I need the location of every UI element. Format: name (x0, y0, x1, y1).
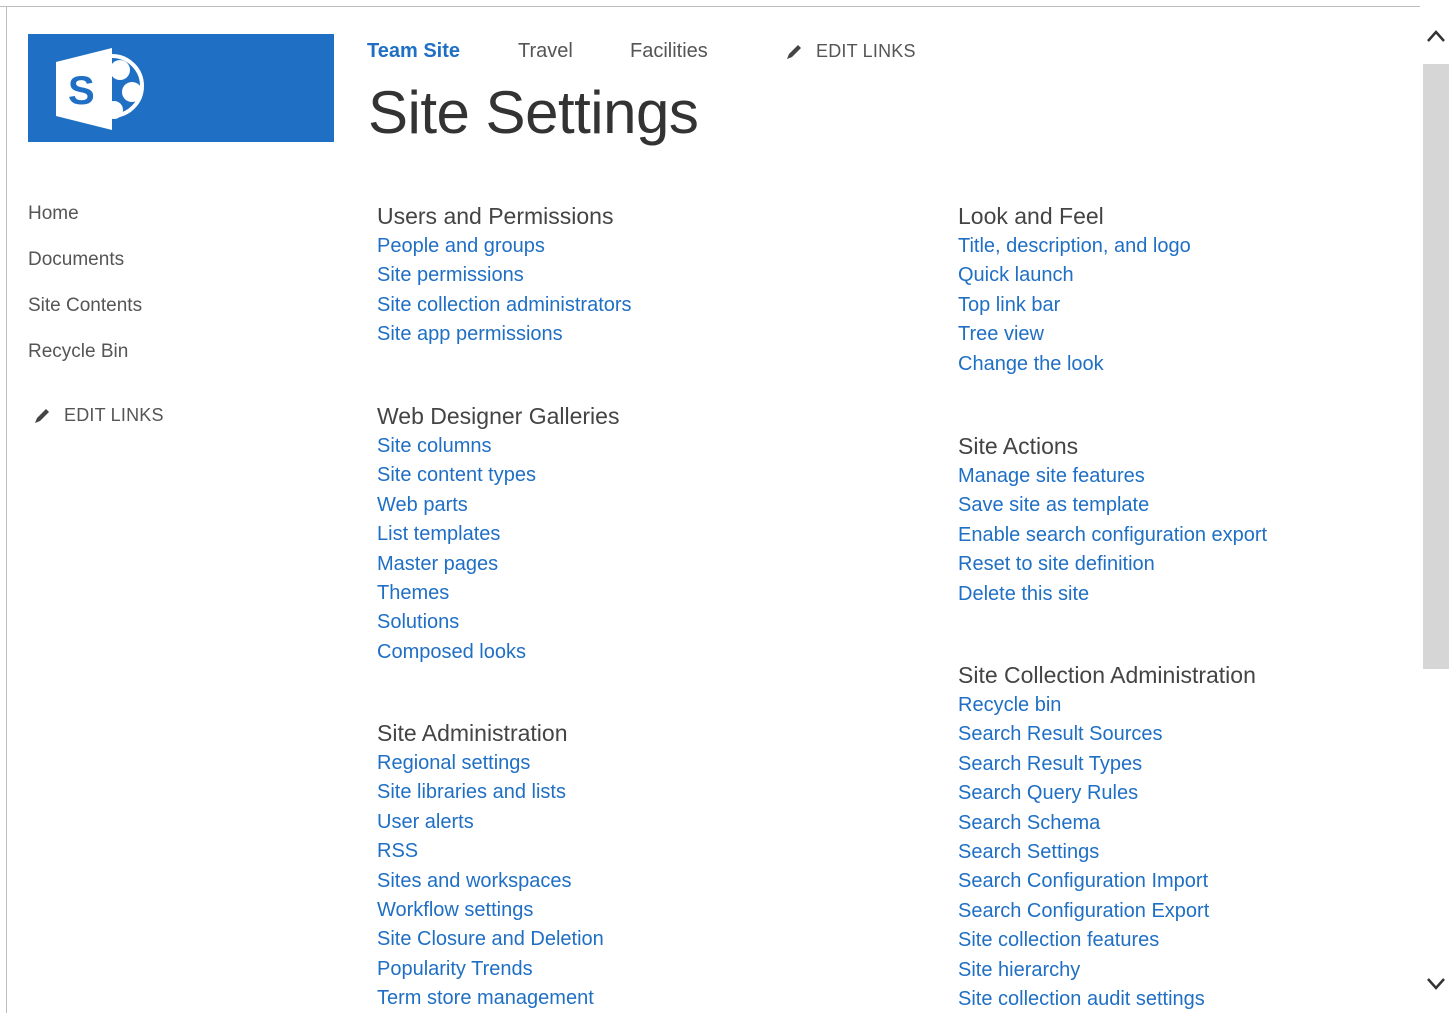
topnav-edit-links-label: EDIT LINKS (816, 41, 916, 61)
link-composed-looks[interactable]: Composed looks (377, 638, 619, 667)
link-title-description-logo[interactable]: Title, description, and logo (958, 232, 1191, 261)
link-site-collection-audit-settings[interactable]: Site collection audit settings (958, 985, 1256, 1014)
link-site-permissions[interactable]: Site permissions (377, 261, 632, 290)
link-list-templates[interactable]: List templates (377, 520, 619, 549)
window-top-border (0, 6, 1420, 7)
pencil-icon (35, 408, 49, 423)
section-users-permissions: Users and Permissions People and groups … (377, 200, 632, 350)
section-site-collection-administration: Site Collection Administration Recycle b… (958, 659, 1256, 1014)
link-term-store-management[interactable]: Term store management (377, 984, 604, 1013)
topnav-item-team-site[interactable]: Team Site (367, 40, 460, 63)
quick-launch-item-recycle-bin[interactable]: Recycle Bin (28, 338, 164, 384)
section-title: Site Actions (958, 433, 1079, 459)
link-site-hierarchy[interactable]: Site hierarchy (958, 956, 1256, 985)
link-site-libraries-and-lists[interactable]: Site libraries and lists (377, 778, 604, 807)
section-title: Web Designer Galleries (377, 403, 620, 429)
link-master-pages[interactable]: Master pages (377, 550, 619, 579)
link-rss[interactable]: RSS (377, 837, 604, 866)
svg-text:S: S (68, 69, 95, 113)
scroll-down-arrow-icon[interactable] (1425, 972, 1447, 994)
section-title: Users and Permissions (377, 203, 614, 229)
link-manage-site-features[interactable]: Manage site features (958, 462, 1267, 491)
link-tree-view[interactable]: Tree view (958, 320, 1191, 349)
link-reset-to-site-definition[interactable]: Reset to site definition (958, 550, 1267, 579)
link-enable-search-configuration-export[interactable]: Enable search configuration export (958, 521, 1267, 550)
link-site-app-permissions[interactable]: Site app permissions (377, 320, 632, 349)
window-left-border (6, 6, 7, 1013)
link-site-content-types[interactable]: Site content types (377, 461, 619, 490)
link-top-link-bar[interactable]: Top link bar (958, 291, 1191, 320)
link-search-result-types[interactable]: Search Result Types (958, 750, 1256, 779)
sharepoint-logo-icon: S (56, 48, 144, 130)
link-site-collection-features[interactable]: Site collection features (958, 926, 1256, 955)
topnav-edit-links-button[interactable]: EDIT LINKS (784, 41, 916, 62)
vertical-scrollbar[interactable] (1420, 6, 1452, 1013)
link-search-configuration-export[interactable]: Search Configuration Export (958, 897, 1256, 926)
link-workflow-settings[interactable]: Workflow settings (377, 896, 604, 925)
link-quick-launch[interactable]: Quick launch (958, 261, 1191, 290)
link-site-columns[interactable]: Site columns (377, 432, 619, 461)
section-site-actions: Site Actions Manage site features Save s… (958, 430, 1267, 609)
quick-launch-item-home[interactable]: Home (28, 200, 164, 246)
topnav-item-travel[interactable]: Travel (518, 40, 573, 63)
link-user-alerts[interactable]: User alerts (377, 808, 604, 837)
link-search-configuration-import[interactable]: Search Configuration Import (958, 867, 1256, 896)
section-title: Site Administration (377, 720, 568, 746)
quick-launch: Home Documents Site Contents Recycle Bin… (28, 200, 164, 426)
link-sites-and-workspaces[interactable]: Sites and workspaces (377, 867, 604, 896)
section-web-designer-galleries: Web Designer Galleries Site columns Site… (377, 400, 619, 667)
link-save-site-as-template[interactable]: Save site as template (958, 491, 1267, 520)
quick-launch-edit-links-label: EDIT LINKS (64, 405, 164, 425)
link-people-and-groups[interactable]: People and groups (377, 232, 632, 261)
quick-launch-item-site-contents[interactable]: Site Contents (28, 292, 164, 338)
link-popularity-trends[interactable]: Popularity Trends (377, 955, 604, 984)
link-search-result-sources[interactable]: Search Result Sources (958, 720, 1256, 749)
site-logo[interactable]: S (28, 34, 334, 142)
topnav-item-facilities[interactable]: Facilities (630, 40, 708, 63)
link-site-closure-and-deletion[interactable]: Site Closure and Deletion (377, 925, 604, 954)
pencil-icon (787, 44, 801, 59)
scrollbar-thumb[interactable] (1423, 64, 1449, 669)
section-site-administration: Site Administration Regional settings Si… (377, 717, 604, 1014)
link-delete-this-site[interactable]: Delete this site (958, 580, 1267, 609)
quick-launch-item-documents[interactable]: Documents (28, 246, 164, 292)
link-web-parts[interactable]: Web parts (377, 491, 619, 520)
section-title: Site Collection Administration (958, 662, 1256, 688)
link-change-the-look[interactable]: Change the look (958, 350, 1191, 379)
page-title: Site Settings (368, 79, 699, 146)
link-recycle-bin[interactable]: Recycle bin (958, 691, 1256, 720)
link-search-settings[interactable]: Search Settings (958, 838, 1256, 867)
section-look-and-feel: Look and Feel Title, description, and lo… (958, 200, 1191, 379)
link-site-collection-administrators[interactable]: Site collection administrators (377, 291, 632, 320)
link-solutions[interactable]: Solutions (377, 608, 619, 637)
link-search-query-rules[interactable]: Search Query Rules (958, 779, 1256, 808)
scroll-up-arrow-icon[interactable] (1425, 26, 1447, 48)
section-title: Look and Feel (958, 203, 1104, 229)
link-themes[interactable]: Themes (377, 579, 619, 608)
link-search-schema[interactable]: Search Schema (958, 809, 1256, 838)
link-regional-settings[interactable]: Regional settings (377, 749, 604, 778)
quick-launch-edit-links-button[interactable]: EDIT LINKS (32, 405, 164, 426)
